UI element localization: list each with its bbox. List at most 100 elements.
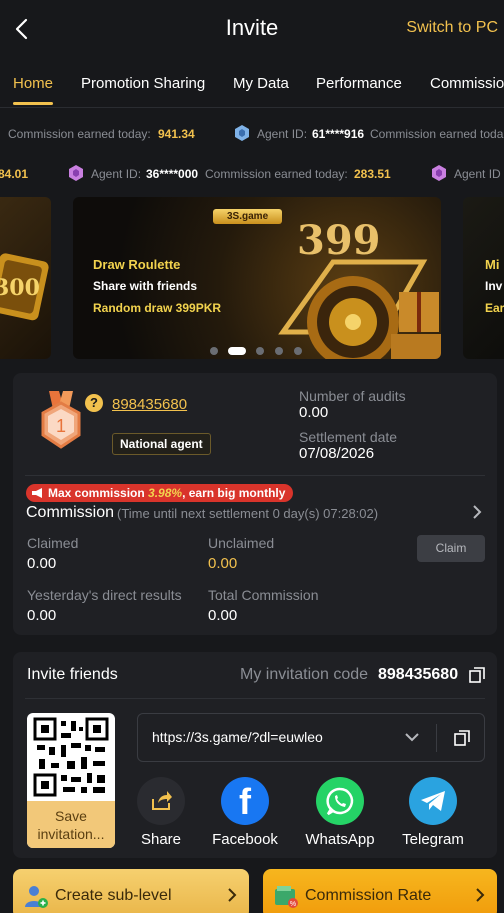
- promo-rate: 3.98%: [148, 486, 183, 500]
- invite-title: Invite friends: [27, 666, 118, 683]
- banner-next-subline: Inv: [485, 279, 503, 293]
- save-invitation-button[interactable]: Save invitation...: [27, 801, 115, 848]
- invite-link-field[interactable]: https://3s.game/?dl=euwleo: [137, 713, 485, 762]
- vip-badge-icon: [432, 165, 446, 181]
- divider: [436, 724, 437, 752]
- total-commission-label: Total Commission: [208, 587, 319, 603]
- chevron-right-icon: [228, 888, 237, 902]
- carousel-dot[interactable]: [275, 347, 283, 355]
- promo-suffix: , earn big monthly: [182, 486, 286, 500]
- telegram-label: Telegram: [402, 831, 464, 848]
- settlement-value: 07/08/2026: [299, 445, 375, 462]
- svg-text:%: %: [290, 901, 296, 908]
- tab-performance[interactable]: Performance: [316, 75, 402, 92]
- tab-promotion-sharing[interactable]: Promotion Sharing: [81, 75, 205, 92]
- vip-badge-icon: [235, 125, 249, 141]
- settlement-label: Settlement date: [299, 429, 398, 445]
- megaphone-icon: [32, 488, 42, 498]
- ticker-agent-id: 36****000: [146, 167, 199, 181]
- whatsapp-icon: [316, 777, 364, 825]
- share-label: Share: [140, 831, 182, 848]
- invitation-code-value: 898435680: [378, 666, 459, 683]
- facebook-icon: f: [221, 777, 269, 825]
- commission-rate-button[interactable]: % Commission Rate: [263, 869, 497, 913]
- active-tab-indicator: [13, 102, 53, 105]
- share-telegram-button[interactable]: Telegram: [393, 777, 473, 848]
- carousel-dot[interactable]: [294, 347, 302, 355]
- tab-my-data[interactable]: My Data: [233, 75, 289, 92]
- share-whatsapp-button[interactable]: WhatsApp: [300, 777, 380, 848]
- commission-title: Commission: [26, 504, 115, 521]
- create-sub-level-label: Create sub-level: [55, 887, 172, 904]
- banner-subline: Share with friends: [93, 279, 198, 293]
- ticker-label: Agent ID:: [91, 167, 142, 181]
- unclaimed-label: Unclaimed: [208, 535, 275, 551]
- help-icon[interactable]: ?: [85, 394, 103, 412]
- invitation-code-label: My invitation code: [240, 666, 369, 683]
- settlement-countdown: (Time until next settlement 0 day(s) 07:…: [117, 506, 379, 521]
- brand-tag: 3S.game: [213, 209, 283, 224]
- carousel-dot[interactable]: [256, 347, 264, 355]
- ticker-label: Commission earned today:: [205, 167, 348, 181]
- copy-code-icon[interactable]: [469, 667, 485, 683]
- carousel-dot-active[interactable]: [228, 347, 246, 355]
- create-sub-level-button[interactable]: Create sub-level: [13, 869, 249, 913]
- vip-badge-icon: [69, 165, 83, 181]
- switch-to-pc-link[interactable]: Switch to PC: [406, 19, 498, 37]
- ticker-value: 84.01: [0, 167, 29, 181]
- tab-commission[interactable]: Commission: [430, 75, 504, 92]
- claim-button[interactable]: Claim: [417, 535, 485, 562]
- agent-id-link[interactable]: 898435680: [112, 396, 187, 413]
- banner-next-headline: Mi: [485, 257, 500, 272]
- add-user-icon: [25, 886, 48, 908]
- audits-value: 0.00: [299, 404, 329, 421]
- ticker-value: 283.51: [354, 167, 391, 181]
- ticker-label: Commission earned today:: [8, 127, 151, 141]
- banner-left-number: 300: [0, 275, 40, 301]
- qr-code-card[interactable]: Save invitation...: [27, 713, 115, 848]
- promo-carousel[interactable]: 300 3S.game 399 Draw Roulette Share with…: [0, 197, 504, 359]
- commission-wallet-icon: %: [275, 886, 298, 908]
- agent-info-card: 1 ? 898435680 National agent Number of a…: [13, 373, 497, 635]
- share-facebook-button[interactable]: f Facebook: [205, 777, 285, 848]
- copy-link-icon[interactable]: [454, 730, 470, 746]
- tab-home[interactable]: Home: [13, 75, 53, 92]
- commission-ticker-row-2: 84.01 Agent ID: 36****000 Commission ear…: [0, 160, 504, 188]
- claimed-label: Claimed: [27, 535, 79, 551]
- carousel-dot[interactable]: [210, 347, 218, 355]
- ticker-value: 941.34: [158, 127, 195, 141]
- total-commission-value: 0.00: [208, 607, 238, 624]
- ticker-label: Agent ID:: [257, 127, 308, 141]
- commission-ticker-row-1: | Commission earned today: 941.34 Agent …: [0, 120, 504, 148]
- rank-medal-icon: 1: [41, 391, 81, 449]
- invite-link-text: https://3s.game/?dl=euwleo: [152, 729, 323, 745]
- banner-slide-active[interactable]: 3S.game 399 Draw Roulette Share with fri…: [73, 197, 441, 359]
- max-commission-badge: Max commission 3.98%, earn big monthly: [26, 484, 294, 502]
- banner-headline: Draw Roulette: [93, 257, 181, 272]
- claimed-value: 0.00: [27, 555, 57, 572]
- chevron-right-icon[interactable]: [471, 503, 483, 521]
- invite-friends-card: Invite friends My invitation code 898435…: [13, 652, 497, 858]
- chevron-down-icon[interactable]: [404, 731, 420, 743]
- ticker-label: Agent ID: [454, 167, 501, 181]
- commission-rate-label: Commission Rate: [305, 887, 432, 904]
- audits-label: Number of audits: [299, 388, 406, 404]
- back-arrow-icon[interactable]: [10, 16, 34, 42]
- promo-prefix: Max commission: [48, 486, 149, 500]
- share-generic-button[interactable]: Share: [121, 777, 201, 848]
- unclaimed-value: 0.00: [208, 555, 238, 572]
- banner-next-reward: Ear: [485, 301, 504, 315]
- ticker-agent-id: 61****916: [312, 127, 365, 141]
- qr-code-icon: [33, 717, 109, 797]
- share-icon: [137, 777, 185, 825]
- roulette-wheel-icon: [278, 259, 441, 359]
- banner-slide-previous[interactable]: 300: [0, 197, 51, 359]
- facebook-label: Facebook: [212, 831, 278, 848]
- divider: [25, 698, 485, 699]
- banner-reward: Random draw 399PKR: [93, 301, 222, 315]
- banner-slide-next[interactable]: Mi Inv Ear: [463, 197, 504, 359]
- chevron-right-icon: [476, 888, 485, 902]
- rank-number: 1: [56, 416, 66, 436]
- tab-bar: Home Promotion Sharing My Data Performan…: [0, 58, 504, 108]
- agent-level-badge: National agent: [112, 433, 211, 455]
